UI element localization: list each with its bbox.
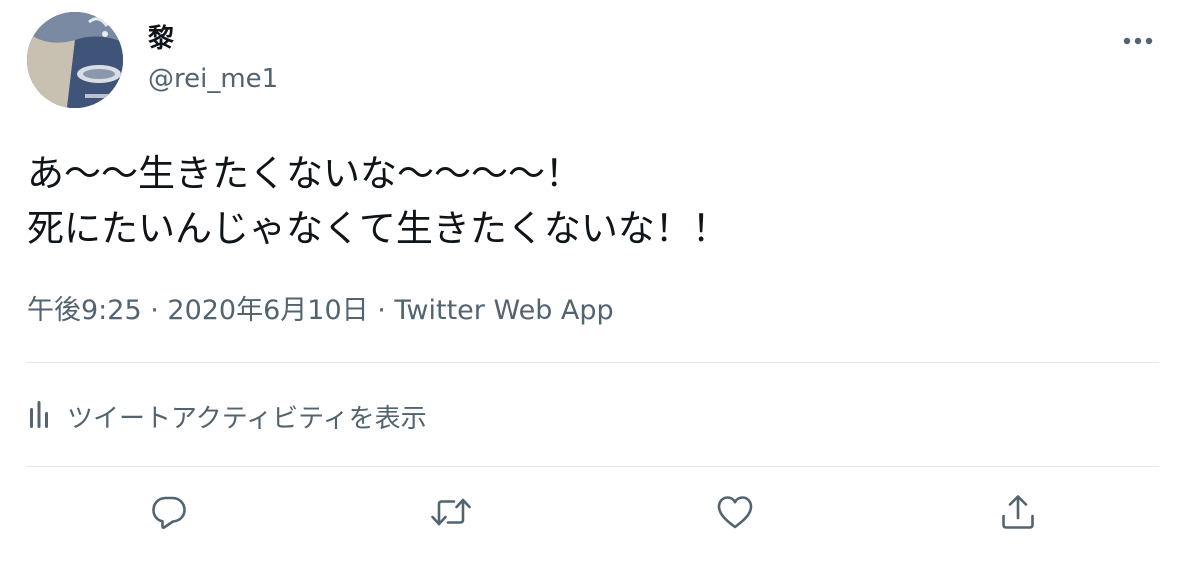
tweet-activity-label: ツイートアクティビティを表示 bbox=[67, 403, 427, 434]
more-button[interactable] bbox=[1118, 24, 1158, 54]
retweet-icon bbox=[429, 492, 473, 536]
tweet-card: 黎 @rei_me1 あ〜〜生きたくないな〜〜〜〜！ 死にたいんじゃなくて生きた… bbox=[0, 0, 1193, 561]
tweet-activity-button[interactable]: ツイートアクティビティを表示 bbox=[27, 396, 427, 436]
avatar[interactable] bbox=[27, 12, 123, 108]
meta-separator: · bbox=[368, 295, 395, 326]
tweet-date[interactable]: 2020年6月10日 bbox=[167, 295, 368, 326]
tweet-text-line: 死にたいんじゃなくて生きたくないな！！ bbox=[27, 207, 729, 250]
display-name[interactable]: 黎 bbox=[148, 22, 174, 56]
bar-chart-icon bbox=[27, 398, 51, 434]
share-icon bbox=[998, 492, 1038, 536]
like-button[interactable] bbox=[711, 490, 759, 538]
heart-icon bbox=[715, 492, 755, 536]
tweet-text: あ〜〜生きたくないな〜〜〜〜！ 死にたいんじゃなくて生きたくないな！！ bbox=[27, 146, 1157, 256]
meta-separator: · bbox=[141, 295, 168, 326]
tweet-source-link[interactable]: Twitter Web App bbox=[394, 295, 613, 326]
reply-icon bbox=[149, 492, 189, 536]
tweet-text-line: あ〜〜生きたくないな〜〜〜〜！ bbox=[27, 152, 582, 195]
tweet-time[interactable]: 午後9:25 bbox=[27, 295, 142, 326]
user-handle[interactable]: @rei_me1 bbox=[148, 62, 278, 96]
divider bbox=[27, 362, 1159, 363]
divider bbox=[27, 466, 1159, 467]
more-icon bbox=[1123, 30, 1153, 49]
retweet-button[interactable] bbox=[427, 490, 475, 538]
tweet-meta: 午後9:25 · 2020年6月10日 · Twitter Web App bbox=[27, 293, 614, 329]
reply-button[interactable] bbox=[145, 490, 193, 538]
share-button[interactable] bbox=[994, 490, 1042, 538]
